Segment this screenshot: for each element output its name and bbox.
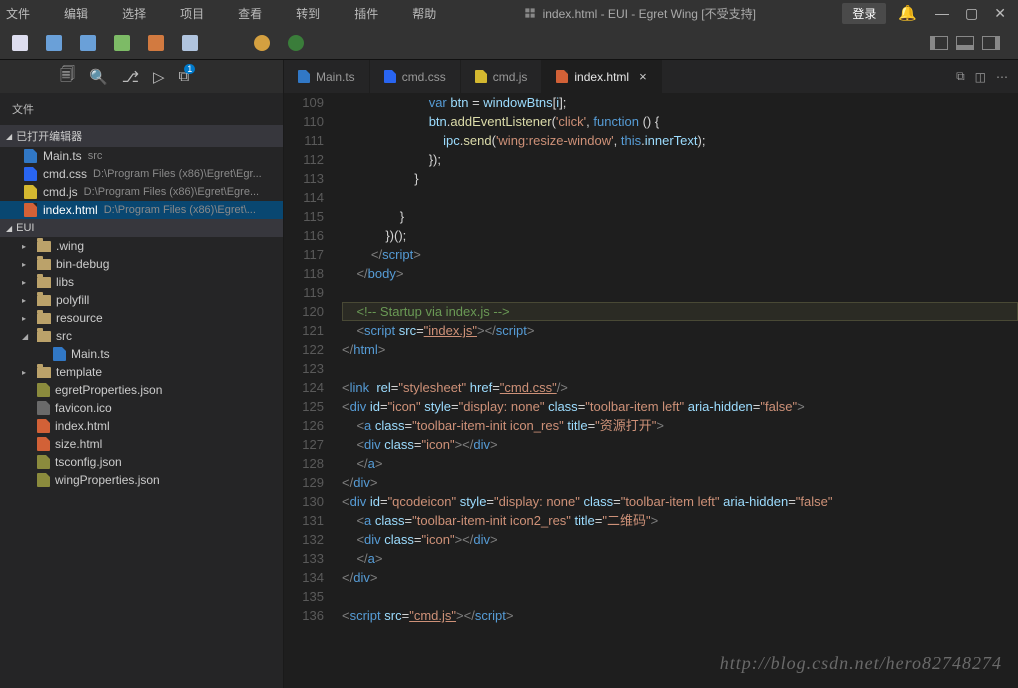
folder-icon: [37, 295, 51, 306]
folder-icon: [37, 259, 51, 270]
file-icon: [24, 149, 37, 163]
file-icon: [24, 185, 37, 199]
open-editor-cmd.js[interactable]: cmd.js D:\Program Files (x86)\Egret\Egre…: [0, 183, 283, 201]
folder-template[interactable]: ▸template: [0, 363, 283, 381]
sidebar-tabs: 🗐 🔍 ⎇ ▷ ⧉1: [0, 60, 283, 93]
download-icon[interactable]: [114, 35, 130, 51]
maximize-button[interactable]: ▢: [965, 5, 978, 22]
file-icon: [37, 383, 50, 397]
bug-icon[interactable]: [148, 35, 164, 51]
line-gutter: 1091101111121131141151161171181191201211…: [284, 93, 342, 688]
file-icon: [556, 70, 568, 83]
folder-libs[interactable]: ▸libs: [0, 273, 283, 291]
scm-tab-icon[interactable]: ⎇: [122, 68, 139, 86]
file-icon: [37, 437, 50, 451]
folder-icon: [37, 277, 51, 288]
close-button[interactable]: ✕: [994, 5, 1006, 22]
file-icon: [37, 401, 50, 415]
file-name: index.html: [43, 203, 98, 217]
menu-查看[interactable]: 查看: [238, 5, 262, 22]
panel-title: 文件: [0, 93, 283, 125]
file-path: D:\Program Files (x86)\Egret\Egr...: [93, 168, 262, 180]
folder-icon: [37, 313, 51, 324]
file-index.html[interactable]: index.html: [0, 417, 283, 435]
file-path: D:\Program Files (x86)\Egret\...: [104, 204, 256, 216]
editor: Main.ts cmd.css cmd.js index.html× ⧉ ◫ ⋯…: [284, 60, 1018, 688]
debug-tab-icon[interactable]: ▷: [153, 68, 165, 86]
code-editor[interactable]: 1091101111121131141151161171181191201211…: [284, 93, 1018, 688]
file-egretProperties.json[interactable]: egretProperties.json: [0, 381, 283, 399]
file-wingProperties.json[interactable]: wingProperties.json: [0, 471, 283, 489]
save-icon[interactable]: [46, 35, 62, 51]
menubar: 文件 编辑 选择 项目 查看 转到 插件 帮助 index.html - EUI…: [0, 0, 1018, 26]
toolbar: [0, 26, 1018, 60]
layout-right-icon[interactable]: [982, 36, 1000, 50]
menu-帮助[interactable]: 帮助: [412, 5, 436, 22]
folder-resource[interactable]: ▸resource: [0, 309, 283, 327]
tab-cmd.js[interactable]: cmd.js: [461, 60, 543, 93]
folder-.wing[interactable]: ▸.wing: [0, 237, 283, 255]
globe-icon[interactable]: [288, 35, 304, 51]
file-size.html[interactable]: size.html: [0, 435, 283, 453]
file-name: Main.ts: [43, 149, 82, 163]
folder-icon: [37, 367, 51, 378]
folder-icon: [37, 331, 51, 342]
menu-项目[interactable]: 项目: [180, 5, 204, 22]
notification-icon[interactable]: 🔔: [898, 4, 917, 22]
file-icon: [53, 347, 66, 361]
file-tsconfig.json[interactable]: tsconfig.json: [0, 453, 283, 471]
file-favicon.ico[interactable]: favicon.ico: [0, 399, 283, 417]
tab-cmd.css[interactable]: cmd.css: [370, 60, 461, 93]
open-editor-Main.ts[interactable]: Main.ts src: [0, 147, 283, 165]
explorer-tab-icon[interactable]: 🗐: [60, 64, 75, 89]
menu-文件[interactable]: 文件: [6, 5, 30, 22]
file-path: src: [88, 150, 103, 162]
save-all-icon[interactable]: [80, 35, 96, 51]
menu-插件[interactable]: 插件: [354, 5, 378, 22]
folder-polyfill[interactable]: ▸polyfill: [0, 291, 283, 309]
menu-转到[interactable]: 转到: [296, 5, 320, 22]
file-path: D:\Program Files (x86)\Egret\Egre...: [84, 186, 259, 198]
open-editor-cmd.css[interactable]: cmd.css D:\Program Files (x86)\Egret\Egr…: [0, 165, 283, 183]
editor-tabs: Main.ts cmd.css cmd.js index.html× ⧉ ◫ ⋯: [284, 60, 1018, 93]
more-icon[interactable]: ⋯: [996, 70, 1008, 84]
file-name: cmd.js: [43, 185, 78, 199]
close-tab-icon[interactable]: ×: [639, 69, 647, 84]
tab-index.html[interactable]: index.html×: [542, 60, 661, 93]
file-icon: [37, 473, 50, 487]
folder-src[interactable]: ◢src: [0, 327, 283, 345]
search-tab-icon[interactable]: 🔍: [89, 68, 108, 86]
layout-bottom-icon[interactable]: [956, 36, 974, 50]
open-editor-index.html[interactable]: index.html D:\Program Files (x86)\Egret\…: [0, 201, 283, 219]
file-icon: [24, 167, 37, 181]
file-icon: [37, 419, 50, 433]
folder-icon: [37, 241, 51, 252]
sidebar: 🗐 🔍 ⎇ ▷ ⧉1 文件 ◢已打开编辑器 Main.ts src cmd.cs…: [0, 60, 284, 688]
file-Main.ts[interactable]: Main.ts: [0, 345, 283, 363]
file-icon: [475, 70, 487, 83]
app-icon: [523, 6, 537, 20]
file-name: cmd.css: [43, 167, 87, 181]
file-icon: [384, 70, 396, 83]
window-title: index.html - EUI - Egret Wing [不受支持]: [448, 5, 830, 22]
folder-bin-debug[interactable]: ▸bin-debug: [0, 255, 283, 273]
rocket-icon[interactable]: [182, 35, 198, 51]
menu-编辑[interactable]: 编辑: [64, 5, 88, 22]
compare-icon[interactable]: ⧉: [956, 69, 965, 84]
extensions-tab-icon[interactable]: ⧉1: [179, 68, 190, 85]
menu-选择[interactable]: 选择: [122, 5, 146, 22]
new-file-icon[interactable]: [12, 35, 28, 51]
workspace-header[interactable]: ◢EUI: [0, 219, 283, 237]
file-icon: [37, 455, 50, 469]
file-icon: [24, 203, 37, 217]
open-editors-header[interactable]: ◢已打开编辑器: [0, 125, 283, 147]
login-button[interactable]: 登录: [842, 3, 886, 24]
layout-left-icon[interactable]: [930, 36, 948, 50]
egret-icon[interactable]: [254, 35, 270, 51]
file-icon: [298, 70, 310, 83]
minimize-button[interactable]: —: [935, 5, 949, 22]
tab-Main.ts[interactable]: Main.ts: [284, 60, 370, 93]
split-editor-icon[interactable]: ◫: [975, 70, 986, 84]
